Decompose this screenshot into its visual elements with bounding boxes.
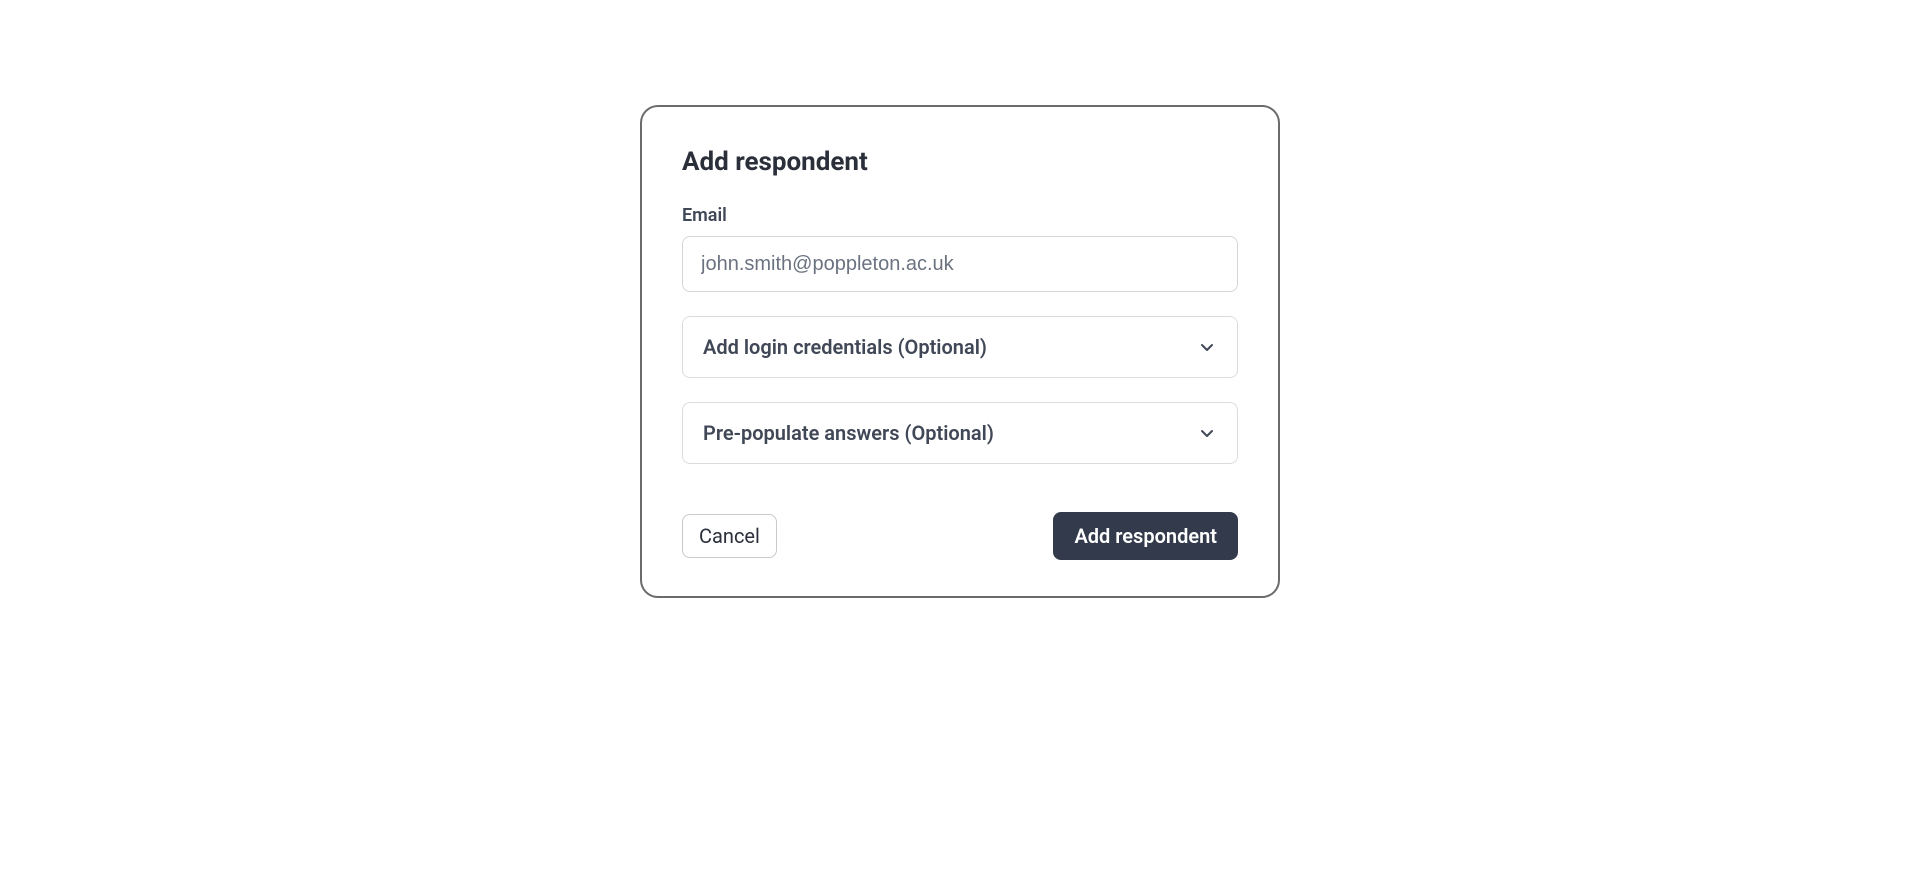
prepopulate-answers-accordion[interactable]: Pre-populate answers (Optional)	[682, 402, 1238, 464]
add-respondent-modal: Add respondent Email Add login credentia…	[640, 105, 1280, 598]
modal-footer: Cancel Add respondent	[682, 512, 1238, 560]
accordion-prepopulate-label: Pre-populate answers (Optional)	[703, 421, 994, 445]
cancel-button[interactable]: Cancel	[682, 514, 777, 558]
email-input[interactable]	[682, 236, 1238, 292]
accordion-login-label: Add login credentials (Optional)	[703, 335, 987, 359]
add-respondent-button[interactable]: Add respondent	[1053, 512, 1238, 560]
chevron-down-icon	[1197, 423, 1217, 443]
modal-title: Add respondent	[682, 147, 1238, 177]
chevron-down-icon	[1197, 337, 1217, 357]
email-field-group: Email	[682, 205, 1238, 292]
login-credentials-accordion[interactable]: Add login credentials (Optional)	[682, 316, 1238, 378]
email-label: Email	[682, 205, 1238, 226]
